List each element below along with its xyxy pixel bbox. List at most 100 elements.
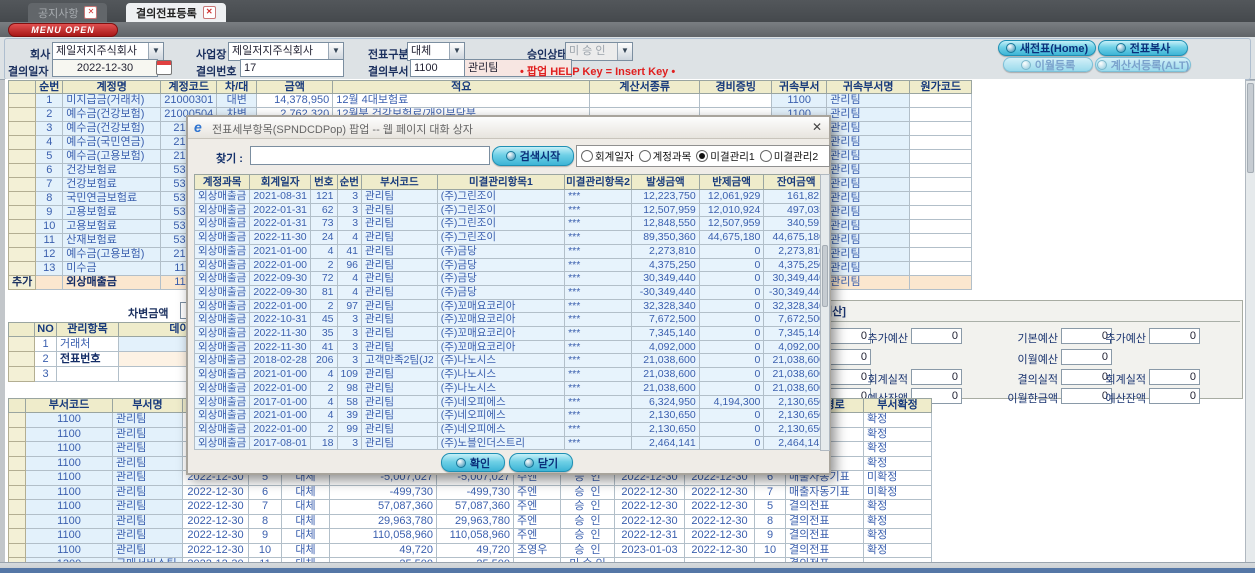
table-row[interactable]: 1100 관리팀 2022-12-30 8 대체 29,963,780 29,963,780… — [8, 513, 932, 529]
slip-dept-code-input[interactable]: 1100 — [410, 59, 468, 77]
table-row[interactable]: 외상매출금 2022-11-30 41 3 관리팀 (주)꼬매요코리아 *** 4,092,0… — [193, 339, 829, 355]
table-row[interactable]: 외상매출금 2021-01-00 4 41 관리팀 (주)금당 *** 2,273,810 0 2… — [193, 243, 829, 259]
cell: 1100 — [25, 441, 113, 457]
table-row[interactable]: 외상매출금 2022-10-31 45 3 관리팀 (주)꼬매요코리아 *** 7,672,5… — [193, 312, 829, 328]
cell: 관리팀 — [361, 380, 438, 396]
budget-amount-field[interactable]: 0 — [911, 369, 962, 385]
cell — [8, 336, 35, 352]
budget-amount-field[interactable]: 0 — [1149, 328, 1200, 344]
cell: *** — [564, 298, 633, 314]
table-row[interactable]: 외상매출금 2017-08-01 18 3 관리팀 (주)노블인더스트리 *** 2,464,… — [193, 435, 829, 451]
budget-amount-field[interactable]: 0 — [1149, 388, 1200, 404]
radio-1[interactable]: 회계일자 — [581, 149, 634, 164]
table-row[interactable]: 외상매출금 2022-01-00 2 99 관리팀 (주)네오피에스 *** 2,130,65… — [193, 421, 829, 437]
chevron-down-icon[interactable]: ▼ — [148, 43, 163, 60]
budget-field-label: 회계실적 — [1105, 374, 1146, 386]
radio-4[interactable]: 미결관리2 — [759, 149, 818, 164]
close-button[interactable]: 닫기 — [509, 453, 573, 472]
table-row[interactable]: 외상매출금 2022-09-30 81 4 관리팀 (주)금당 *** -30,349,440… — [193, 284, 829, 300]
cell: 1100 — [771, 93, 828, 108]
table-row[interactable]: 외상매출금 2018-02-28 206 3 고객만족2팀(J2 (주)나노시스 *** 21… — [193, 353, 829, 369]
cell: 0 — [698, 243, 765, 259]
tab-notice[interactable]: 공지사항 ✕ — [28, 3, 108, 22]
copy-slip-button[interactable]: 전표복사 — [1098, 40, 1188, 56]
search-start-button[interactable]: 검색시작 — [492, 146, 574, 166]
column-header: 원가코드 — [909, 80, 973, 94]
cell — [8, 412, 26, 428]
cell: 2022-12-30 — [684, 528, 755, 544]
radio-icon[interactable] — [581, 150, 593, 162]
chevron-down-icon[interactable]: ▼ — [449, 43, 464, 60]
column-header: 순번 — [336, 174, 363, 190]
dialog-title-bar[interactable]: e 전표세부항목(SPNDCDPop) 팝업 -- 웹 페이지 대화 상자 ✕ — [188, 117, 829, 139]
tab-close-icon[interactable]: ✕ — [84, 6, 98, 19]
cell: 관리팀 — [361, 284, 438, 300]
cell: (주)네오피에스 — [436, 408, 566, 423]
column-header: 계정과목 — [193, 174, 251, 190]
radio-2[interactable]: 계정과목 — [638, 149, 691, 164]
cell: 고용보험료 — [62, 205, 162, 220]
table-row[interactable]: 외상매출금 2022-09-30 72 4 관리팀 (주)금당 *** 30,349,440 0… — [193, 271, 829, 286]
table-row[interactable]: 외상매출금 2022-01-31 73 3 관리팀 (주)그린조이 *** 12,848,55… — [193, 216, 829, 232]
calendar-icon[interactable] — [156, 60, 172, 75]
table-row[interactable]: 외상매출금 2017-01-00 4 58 관리팀 (주)네오피에스 *** 6,324,95… — [193, 394, 829, 410]
cell: *** — [564, 202, 633, 218]
cell: 거래처 — [56, 336, 119, 352]
budget-amount-field[interactable]: 0 — [1061, 349, 1112, 365]
cell: 1100 — [25, 455, 113, 471]
table-row[interactable]: 1 미지급금(거래처) 21000301 대변 14,378,950 12월 4대보험료 1… — [7, 93, 973, 108]
vertical-scrollbar[interactable] — [1245, 80, 1255, 564]
cell: 관리팀 — [826, 177, 911, 192]
new-slip-button[interactable]: 새전표(Home) — [998, 40, 1096, 56]
table-row[interactable]: 외상매출금 2022-01-00 2 97 관리팀 (주)꼬매요코리아 *** 32,328,… — [193, 298, 829, 314]
slip-date-field[interactable]: 2022-12-30 — [52, 59, 158, 77]
scrollbar-thumb[interactable] — [1247, 83, 1254, 173]
table-row[interactable]: 외상매출금 2022-01-00 2 96 관리팀 (주)금당 *** 4,375,250 0 4… — [193, 257, 829, 273]
radio-icon[interactable] — [696, 150, 709, 162]
cell: 3 — [336, 435, 363, 451]
table-row[interactable]: 외상매출금 2021-08-31 121 3 관리팀 (주)그린조이 *** 12,223,7… — [193, 189, 829, 204]
table-row[interactable]: 외상매출금 2021-01-00 4 39 관리팀 (주)네오피에스 *** 2,130,65… — [193, 408, 829, 423]
budget-amount-field[interactable]: 0 — [911, 328, 962, 344]
table-row[interactable]: 1100 관리팀 2022-12-30 6 대체 -499,730 -499,730 주엔 승 … — [8, 484, 932, 500]
cell: 2 — [34, 351, 57, 367]
radio-3[interactable]: 미결관리1 — [696, 149, 755, 164]
confirm-button[interactable]: 확인 — [441, 453, 505, 472]
cell: 1 — [35, 93, 64, 108]
cell: 2022-12-30 — [614, 484, 685, 500]
modal-scrollbar-thumb[interactable] — [822, 245, 828, 307]
cell: 10 — [248, 542, 282, 558]
cell: 73 — [310, 216, 338, 232]
radio-icon[interactable] — [638, 150, 651, 162]
find-input[interactable] — [250, 146, 490, 165]
cell: 관리팀 — [826, 121, 911, 136]
cell: 2022-12-30 — [182, 484, 249, 500]
cell — [909, 107, 973, 122]
cell: 조영우 — [513, 542, 561, 558]
radio-icon[interactable] — [759, 150, 772, 162]
slip-no-input[interactable]: 17 — [240, 59, 344, 77]
modal-scrollbar[interactable] — [820, 174, 830, 451]
tab-close-icon[interactable]: ✕ — [202, 6, 216, 19]
table-row[interactable]: 1100 관리팀 2022-12-30 10 대체 49,720 49,720 조영우 승 인2… — [8, 542, 932, 558]
table-row[interactable]: 외상매출금 2022-01-31 62 3 관리팀 (주)그린조이 *** 12,507,95… — [193, 202, 829, 218]
close-icon[interactable]: ✕ — [812, 120, 822, 134]
table-row[interactable]: 1100 관리팀 2022-12-30 7 대체 57,087,360 57,087,360… — [8, 499, 932, 515]
cell: 7,345,140 — [763, 326, 829, 341]
column-header: 반제금액 — [698, 174, 765, 190]
menu-open-button[interactable]: MENU OPEN — [8, 23, 118, 37]
tab-slip-registration[interactable]: 결의전표등록 ✕ — [126, 3, 226, 22]
chevron-down-icon[interactable]: ▼ — [328, 43, 343, 60]
table-row[interactable]: 외상매출금 2022-11-30 35 3 관리팀 (주)꼬매요코리아 *** 7,345,1… — [193, 326, 829, 341]
table-row[interactable]: 외상매출금 2022-01-00 2 98 관리팀 (주)나노시스 *** 21,038,60… — [193, 380, 829, 396]
column-header: 발생금액 — [631, 174, 700, 190]
cell — [7, 219, 37, 234]
table-row[interactable]: 외상매출금 2021-01-00 4 109 관리팀 (주)나노시스 *** 21,038,6… — [193, 367, 829, 382]
cell: 4 — [310, 243, 338, 259]
cell: 외상매출금 — [193, 367, 251, 382]
table-row[interactable]: 1100 관리팀 2022-12-30 9 대체 110,058,960 110,058,9… — [8, 528, 932, 544]
open-items-table[interactable]: 계정과목 회계일자 번호 순번 부서코드 미결관리항목1 미결관리항목2 발생금액 반제금액 잔여… — [193, 174, 829, 451]
table-row[interactable]: 외상매출금 2022-11-30 24 4 관리팀 (주)그린조이 *** 89,350,36… — [193, 230, 829, 245]
cell — [8, 499, 26, 515]
budget-amount-field[interactable]: 0 — [1149, 369, 1200, 385]
